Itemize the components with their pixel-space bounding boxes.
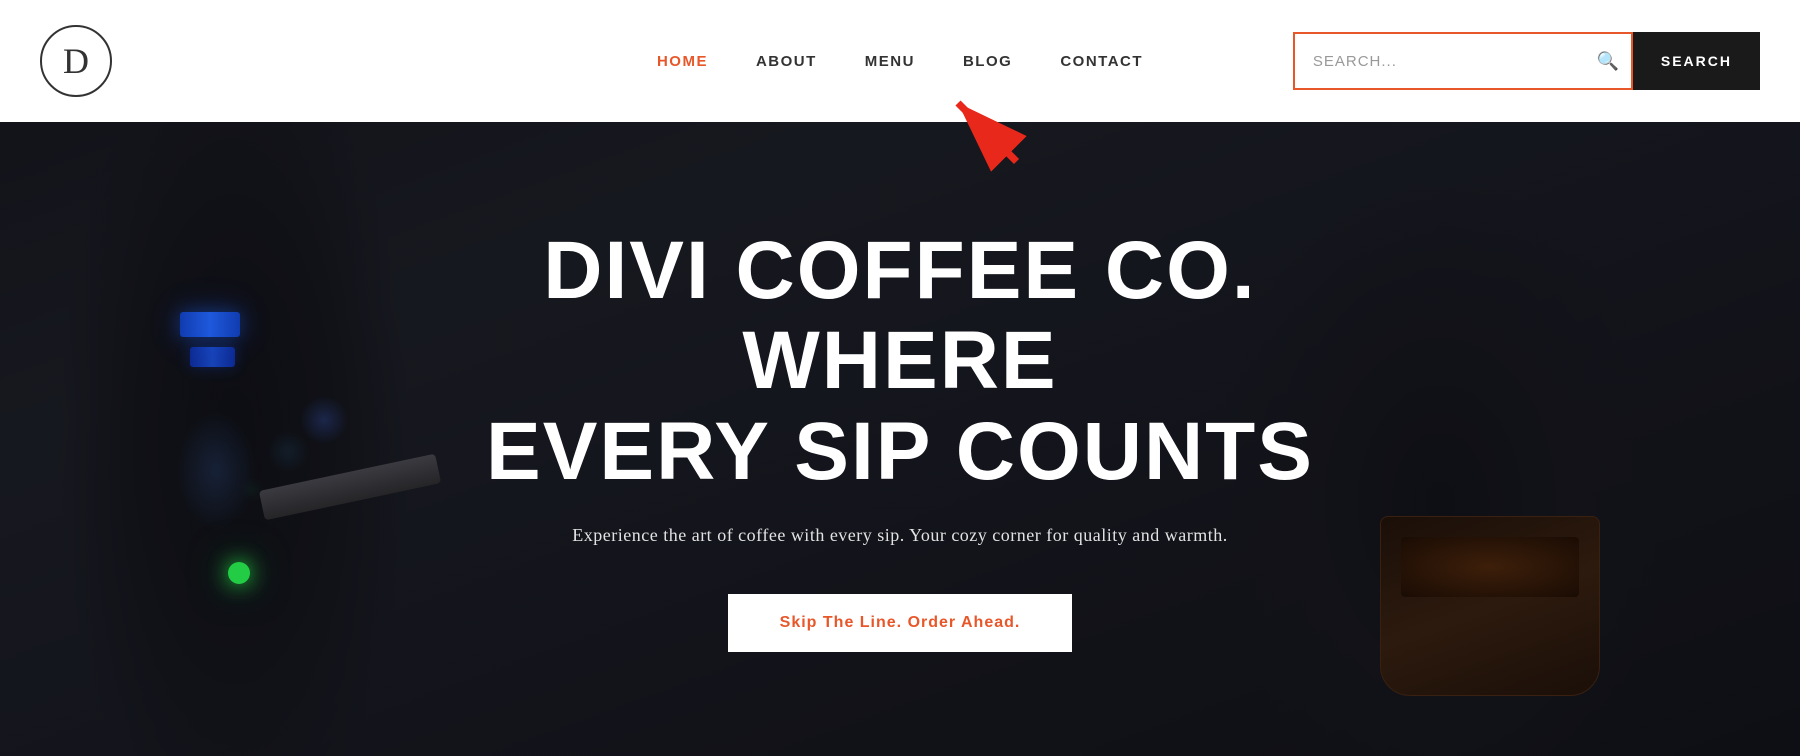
- hero-subtitle: Experience the art of coffee with every …: [450, 525, 1350, 546]
- header: D HOME ABOUT MENU BLOG CONTACT 🔍 SEARCH: [0, 0, 1800, 122]
- nav-item-contact[interactable]: CONTACT: [1060, 53, 1143, 70]
- nav-item-about[interactable]: ABOUT: [756, 53, 817, 70]
- hero-cta-button[interactable]: Skip The Line. Order Ahead.: [728, 594, 1073, 652]
- nav-item-home[interactable]: HOME: [657, 53, 708, 70]
- search-input[interactable]: [1293, 32, 1633, 90]
- search-button[interactable]: SEARCH: [1633, 32, 1760, 90]
- main-nav: HOME ABOUT MENU BLOG CONTACT: [657, 53, 1143, 70]
- search-input-wrapper: 🔍: [1293, 32, 1633, 90]
- hero-title: DIVI COFFEE CO. WHERE EVERY SIP COUNTS: [450, 226, 1350, 497]
- logo-circle: D: [40, 25, 112, 97]
- hero-content: DIVI COFFEE CO. WHERE EVERY SIP COUNTS E…: [450, 226, 1350, 652]
- nav-item-blog[interactable]: BLOG: [963, 53, 1012, 70]
- hero-section: DIVI COFFEE CO. WHERE EVERY SIP COUNTS E…: [0, 122, 1800, 756]
- search-area: 🔍 SEARCH: [1293, 32, 1760, 90]
- nav-item-menu[interactable]: MENU: [865, 53, 915, 70]
- hero-cta-label: Skip The Line. Order Ahead.: [780, 614, 1021, 631]
- logo[interactable]: D: [40, 25, 112, 97]
- logo-letter: D: [63, 40, 89, 82]
